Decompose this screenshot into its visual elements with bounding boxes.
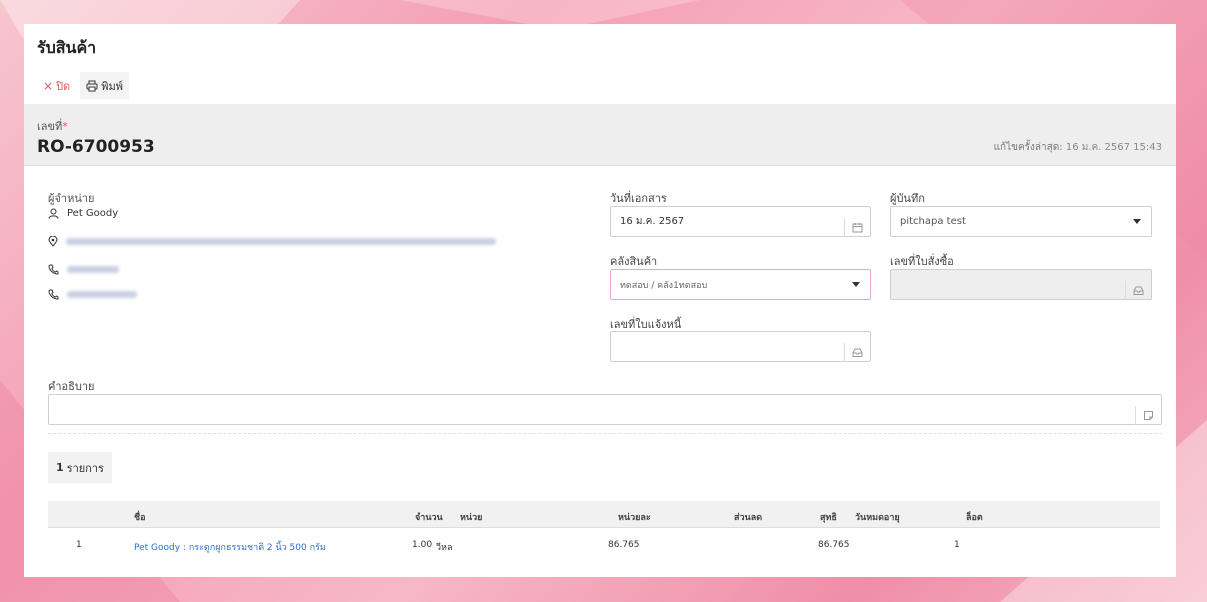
- print-label: พิมพ์: [101, 79, 123, 93]
- vendor-address-row: [48, 236, 496, 247]
- column-discount: ส่วนลด: [734, 513, 763, 523]
- receive-goods-panel: รับสินค้า × ปิด พิมพ์ เลขที่* RO-6700953…: [24, 24, 1176, 577]
- doc-date-value: 16 ม.ค. 2567: [620, 216, 685, 227]
- column-unit-price: หน่วยละ: [618, 513, 651, 523]
- doc-number: RO-6700953: [37, 137, 155, 157]
- row-unit-price: 86.765: [608, 540, 640, 550]
- toolbar: × ปิด พิมพ์: [37, 72, 129, 99]
- doc-number-label: เลขที่*: [37, 120, 68, 133]
- close-label: ปิด: [56, 79, 71, 93]
- doc-date-field[interactable]: 16 ม.ค. 2567: [610, 206, 871, 237]
- column-name: ชื่อ: [134, 513, 146, 523]
- inbox-icon: [1125, 281, 1151, 300]
- vendor-label: ผู้จำหน่าย: [48, 192, 95, 205]
- chevron-down-icon: [1133, 219, 1141, 224]
- items-count-badge: 1 รายการ: [48, 452, 112, 483]
- po-number-label: เลขที่ใบสั่งซื้อ: [890, 255, 954, 268]
- vendor-phone2-row: [48, 289, 137, 300]
- calendar-icon[interactable]: [844, 218, 870, 237]
- print-button[interactable]: พิมพ์: [80, 72, 129, 99]
- warehouse-label: คลังสินค้า: [610, 255, 658, 268]
- warehouse-select[interactable]: ทดสอบ / คลัง1ทดสอบ: [610, 269, 871, 300]
- vendor-name-row: Pet Goody: [48, 208, 118, 219]
- close-button[interactable]: × ปิด: [37, 72, 77, 99]
- items-table-header: ชื่อ จำนวน หน่วย หน่วยละ ส่วนลด สุทธิ วั…: [48, 501, 1160, 528]
- recorder-select[interactable]: pitchapa test: [890, 206, 1152, 237]
- vendor-phone2-redacted: [67, 291, 137, 298]
- section-divider: [48, 433, 1162, 434]
- chevron-down-icon: [852, 282, 860, 287]
- recorder-value: pitchapa test: [900, 216, 966, 227]
- page-title: รับสินค้า: [37, 38, 97, 57]
- description-field[interactable]: [48, 394, 1162, 425]
- location-pin-icon: [48, 236, 58, 247]
- row-unit: วีหล: [436, 543, 453, 553]
- warehouse-value: ทดสอบ / คลัง1ทดสอบ: [620, 280, 708, 291]
- user-icon: [48, 208, 59, 219]
- row-net: 86.765: [818, 540, 850, 550]
- invoice-number-field[interactable]: [610, 331, 871, 362]
- phone-icon: [48, 289, 59, 300]
- document-header: เลขที่* RO-6700953 แก้ไขครั้งล่าสุด: 16 …: [24, 104, 1176, 166]
- note-icon: [1135, 406, 1161, 425]
- recorder-label: ผู้บันทึก: [890, 192, 925, 205]
- printer-icon: [86, 80, 98, 92]
- column-expiry: วันหมดอายุ: [855, 513, 900, 523]
- column-qty: จำนวน: [415, 513, 443, 523]
- row-item-name-link[interactable]: Pet Goody : กระดูกผูกธรรมชาติ 2 นิ้ว 500…: [134, 540, 326, 554]
- column-net: สุทธิ: [820, 513, 837, 523]
- vendor-phone-redacted: [67, 266, 119, 273]
- column-lot: ล็อต: [966, 513, 983, 523]
- po-number-field: [890, 269, 1152, 300]
- vendor-name: Pet Goody: [67, 208, 119, 219]
- vendor-address-redacted: [66, 238, 496, 245]
- description-label: คำอธิบาย: [48, 380, 95, 393]
- inbox-icon: [844, 343, 870, 362]
- doc-date-label: วันที่เอกสาร: [610, 192, 667, 205]
- row-number: 1: [76, 540, 82, 550]
- row-qty: 1.00: [412, 540, 433, 550]
- column-unit: หน่วย: [460, 513, 483, 523]
- close-icon: ×: [43, 78, 54, 93]
- vendor-phone-row: [48, 264, 119, 275]
- phone-icon: [48, 264, 59, 275]
- last-edited: แก้ไขครั้งล่าสุด: 16 ม.ค. 2567 15:43: [993, 142, 1162, 153]
- row-lot: 1: [954, 540, 960, 550]
